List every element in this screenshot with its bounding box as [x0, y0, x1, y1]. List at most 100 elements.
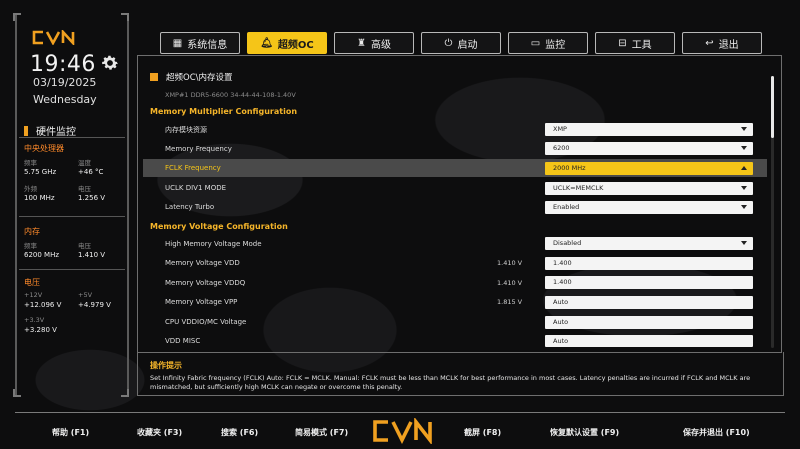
hardware-monitor-label: 硬件监控 — [36, 127, 76, 138]
help-title: 操作提示 — [150, 361, 182, 370]
setting-label-vddio: CPU VDDIO/MC Voltage — [165, 318, 247, 326]
input-value: 1.400 — [553, 278, 572, 286]
tab-label: 监控 — [545, 39, 566, 51]
scrollbar-thumb[interactable] — [771, 76, 774, 138]
chevron-down-icon — [741, 186, 747, 190]
clock-date: 03/19/2025 — [33, 76, 97, 89]
vdd-current-value: 1.410 V — [497, 259, 523, 267]
setting-label-vddq: Memory Voltage VDDQ — [165, 279, 246, 287]
dropdown-value: XMP — [553, 125, 567, 133]
setting-label-latency-turbo: Latency Turbo — [165, 203, 215, 211]
chevron-down-icon — [741, 127, 747, 131]
tab-label: 工具 — [631, 39, 652, 51]
divider — [19, 137, 125, 138]
tab-monitor[interactable]: ▭ 监控 — [508, 32, 588, 54]
v5-value: +4.979 V — [78, 301, 111, 309]
tab-label: 退出 — [718, 39, 739, 51]
clock-weekday: Wednesday — [33, 93, 97, 106]
tab-label: 启动 — [457, 39, 478, 51]
cpu-bclk-value: 100 MHz — [24, 194, 55, 202]
voltage-section-title: 电压 — [24, 278, 40, 287]
tab-label: 系统信息 — [187, 39, 228, 51]
content-frame-top — [137, 55, 782, 56]
chevron-down-icon — [741, 146, 747, 150]
divider — [19, 269, 125, 270]
save-exit-f10-button[interactable]: 保存并退出 (F10) — [683, 427, 750, 438]
breadcrumb: 超频OC\内存设置 — [150, 71, 233, 83]
hardware-monitor-title: 硬件监控 — [24, 123, 76, 138]
vddq-current-value: 1.410 V — [497, 279, 523, 287]
vpp-input[interactable]: Auto — [545, 296, 753, 309]
setting-label-vdd: Memory Voltage VDD — [165, 259, 240, 267]
uclk-div1-dropdown[interactable]: UCLK=MEMCLK — [545, 182, 753, 195]
setting-label-vpp: Memory Voltage VPP — [165, 298, 238, 306]
v5-label: +5V — [78, 291, 93, 299]
mem-freq-value: 6200 MHz — [24, 251, 60, 259]
voltage-group-title: Memory Voltage Configuration — [150, 222, 288, 231]
memory-module-dropdown[interactable]: XMP — [545, 123, 753, 136]
main-tabs: ▦ 系统信息 🔔︎ 超频OC ♜ 高级 ⏻ 启动 ▭ 监控 ⊟ 工具 ↩ 退出 — [160, 32, 769, 54]
fclk-frequency-dropdown[interactable]: 2000 MHz — [545, 162, 753, 175]
xmp-info: XMP#1 DDR5-6600 34-44-44-108-1.40V — [165, 91, 296, 99]
cpu-temp-label: 温度 — [78, 159, 91, 167]
cvn-logo-bottom — [371, 416, 435, 448]
v33-label: +3.3V — [24, 316, 45, 324]
divider — [19, 216, 125, 217]
screenshot-f8-button[interactable]: 截屏 (F8) — [464, 427, 501, 438]
mem-volt-value: 1.410 V — [78, 251, 106, 259]
help-f1-button[interactable]: 帮助 (F1) — [52, 427, 89, 438]
setting-label-fclk-frequency: FCLK Frequency — [165, 164, 221, 172]
setting-label-memory-module: 内存模块资源 — [165, 126, 207, 134]
vdd-misc-input[interactable]: Auto — [545, 335, 753, 347]
memory-frequency-dropdown[interactable]: 6200 — [545, 142, 753, 155]
high-mem-voltage-dropdown[interactable]: Disabled — [545, 237, 753, 250]
vdd-input[interactable]: 1.400 — [545, 257, 753, 270]
load-defaults-f9-button[interactable]: 恢复默认设置 (F9) — [550, 427, 619, 438]
dropdown-value: Disabled — [553, 239, 582, 247]
search-f6-button[interactable]: 搜索 (F6) — [221, 427, 258, 438]
latency-turbo-dropdown[interactable]: Enabled — [545, 201, 753, 214]
bell-icon: 🔔︎ — [260, 37, 273, 49]
tab-exit[interactable]: ↩ 退出 — [682, 32, 762, 54]
panel-corner — [121, 13, 129, 21]
return-icon: ↩ — [705, 37, 714, 49]
setting-label-uclk-div1: UCLK DIV1 MODE — [165, 184, 227, 192]
setting-label-vdd-misc: VDD MISC — [165, 337, 201, 345]
content-frame-right — [781, 55, 782, 352]
tab-label: 高级 — [370, 39, 391, 51]
cpu-freq-value: 5.75 GHz — [24, 168, 57, 176]
panel-corner — [13, 13, 21, 21]
chevron-down-icon — [741, 241, 747, 245]
vpp-current-value: 1.815 V — [497, 298, 523, 306]
chevron-down-icon — [741, 205, 747, 209]
tab-system-info[interactable]: ▦ 系统信息 — [160, 32, 240, 54]
dropdown-value: 2000 MHz — [553, 164, 586, 172]
favorites-f3-button[interactable]: 收藏夹 (F3) — [137, 427, 182, 438]
tab-overclock[interactable]: 🔔︎ 超频OC — [247, 32, 327, 54]
tab-tools[interactable]: ⊟ 工具 — [595, 32, 675, 54]
v12-label: +12V — [24, 291, 43, 299]
accent-bar — [24, 125, 28, 136]
cpu-section-title: 中央处理器 — [24, 144, 64, 153]
vddio-input[interactable]: Auto — [545, 316, 753, 329]
setting-label-high-mem-voltage: High Memory Voltage Mode — [165, 240, 262, 248]
gear-icon[interactable] — [100, 53, 120, 77]
content-frame-left — [137, 55, 138, 352]
dropdown-value: Enabled — [553, 203, 580, 211]
tab-boot[interactable]: ⏻ 启动 — [421, 32, 501, 54]
chevron-up-icon — [741, 166, 747, 170]
setting-label-memory-frequency: Memory Frequency — [165, 145, 232, 153]
vddq-input[interactable]: 1.400 — [545, 276, 753, 289]
tab-advanced[interactable]: ♜ 高级 — [334, 32, 414, 54]
bottom-divider — [15, 412, 785, 413]
input-value: Auto — [553, 337, 569, 345]
castle-icon: ♜ — [357, 37, 366, 49]
clock-time: 19:46 — [30, 52, 96, 77]
memory-section-title: 内存 — [24, 227, 40, 236]
grid-icon: ▦ — [172, 37, 183, 49]
cpu-temp-value: +46 °C — [78, 168, 104, 176]
cpu-bclk-label: 外频 — [24, 185, 37, 193]
toolbox-icon: ⊟ — [618, 37, 627, 49]
easy-mode-f7-button[interactable]: 简易模式 (F7) — [295, 427, 348, 438]
dropdown-value: 6200 — [553, 144, 570, 152]
